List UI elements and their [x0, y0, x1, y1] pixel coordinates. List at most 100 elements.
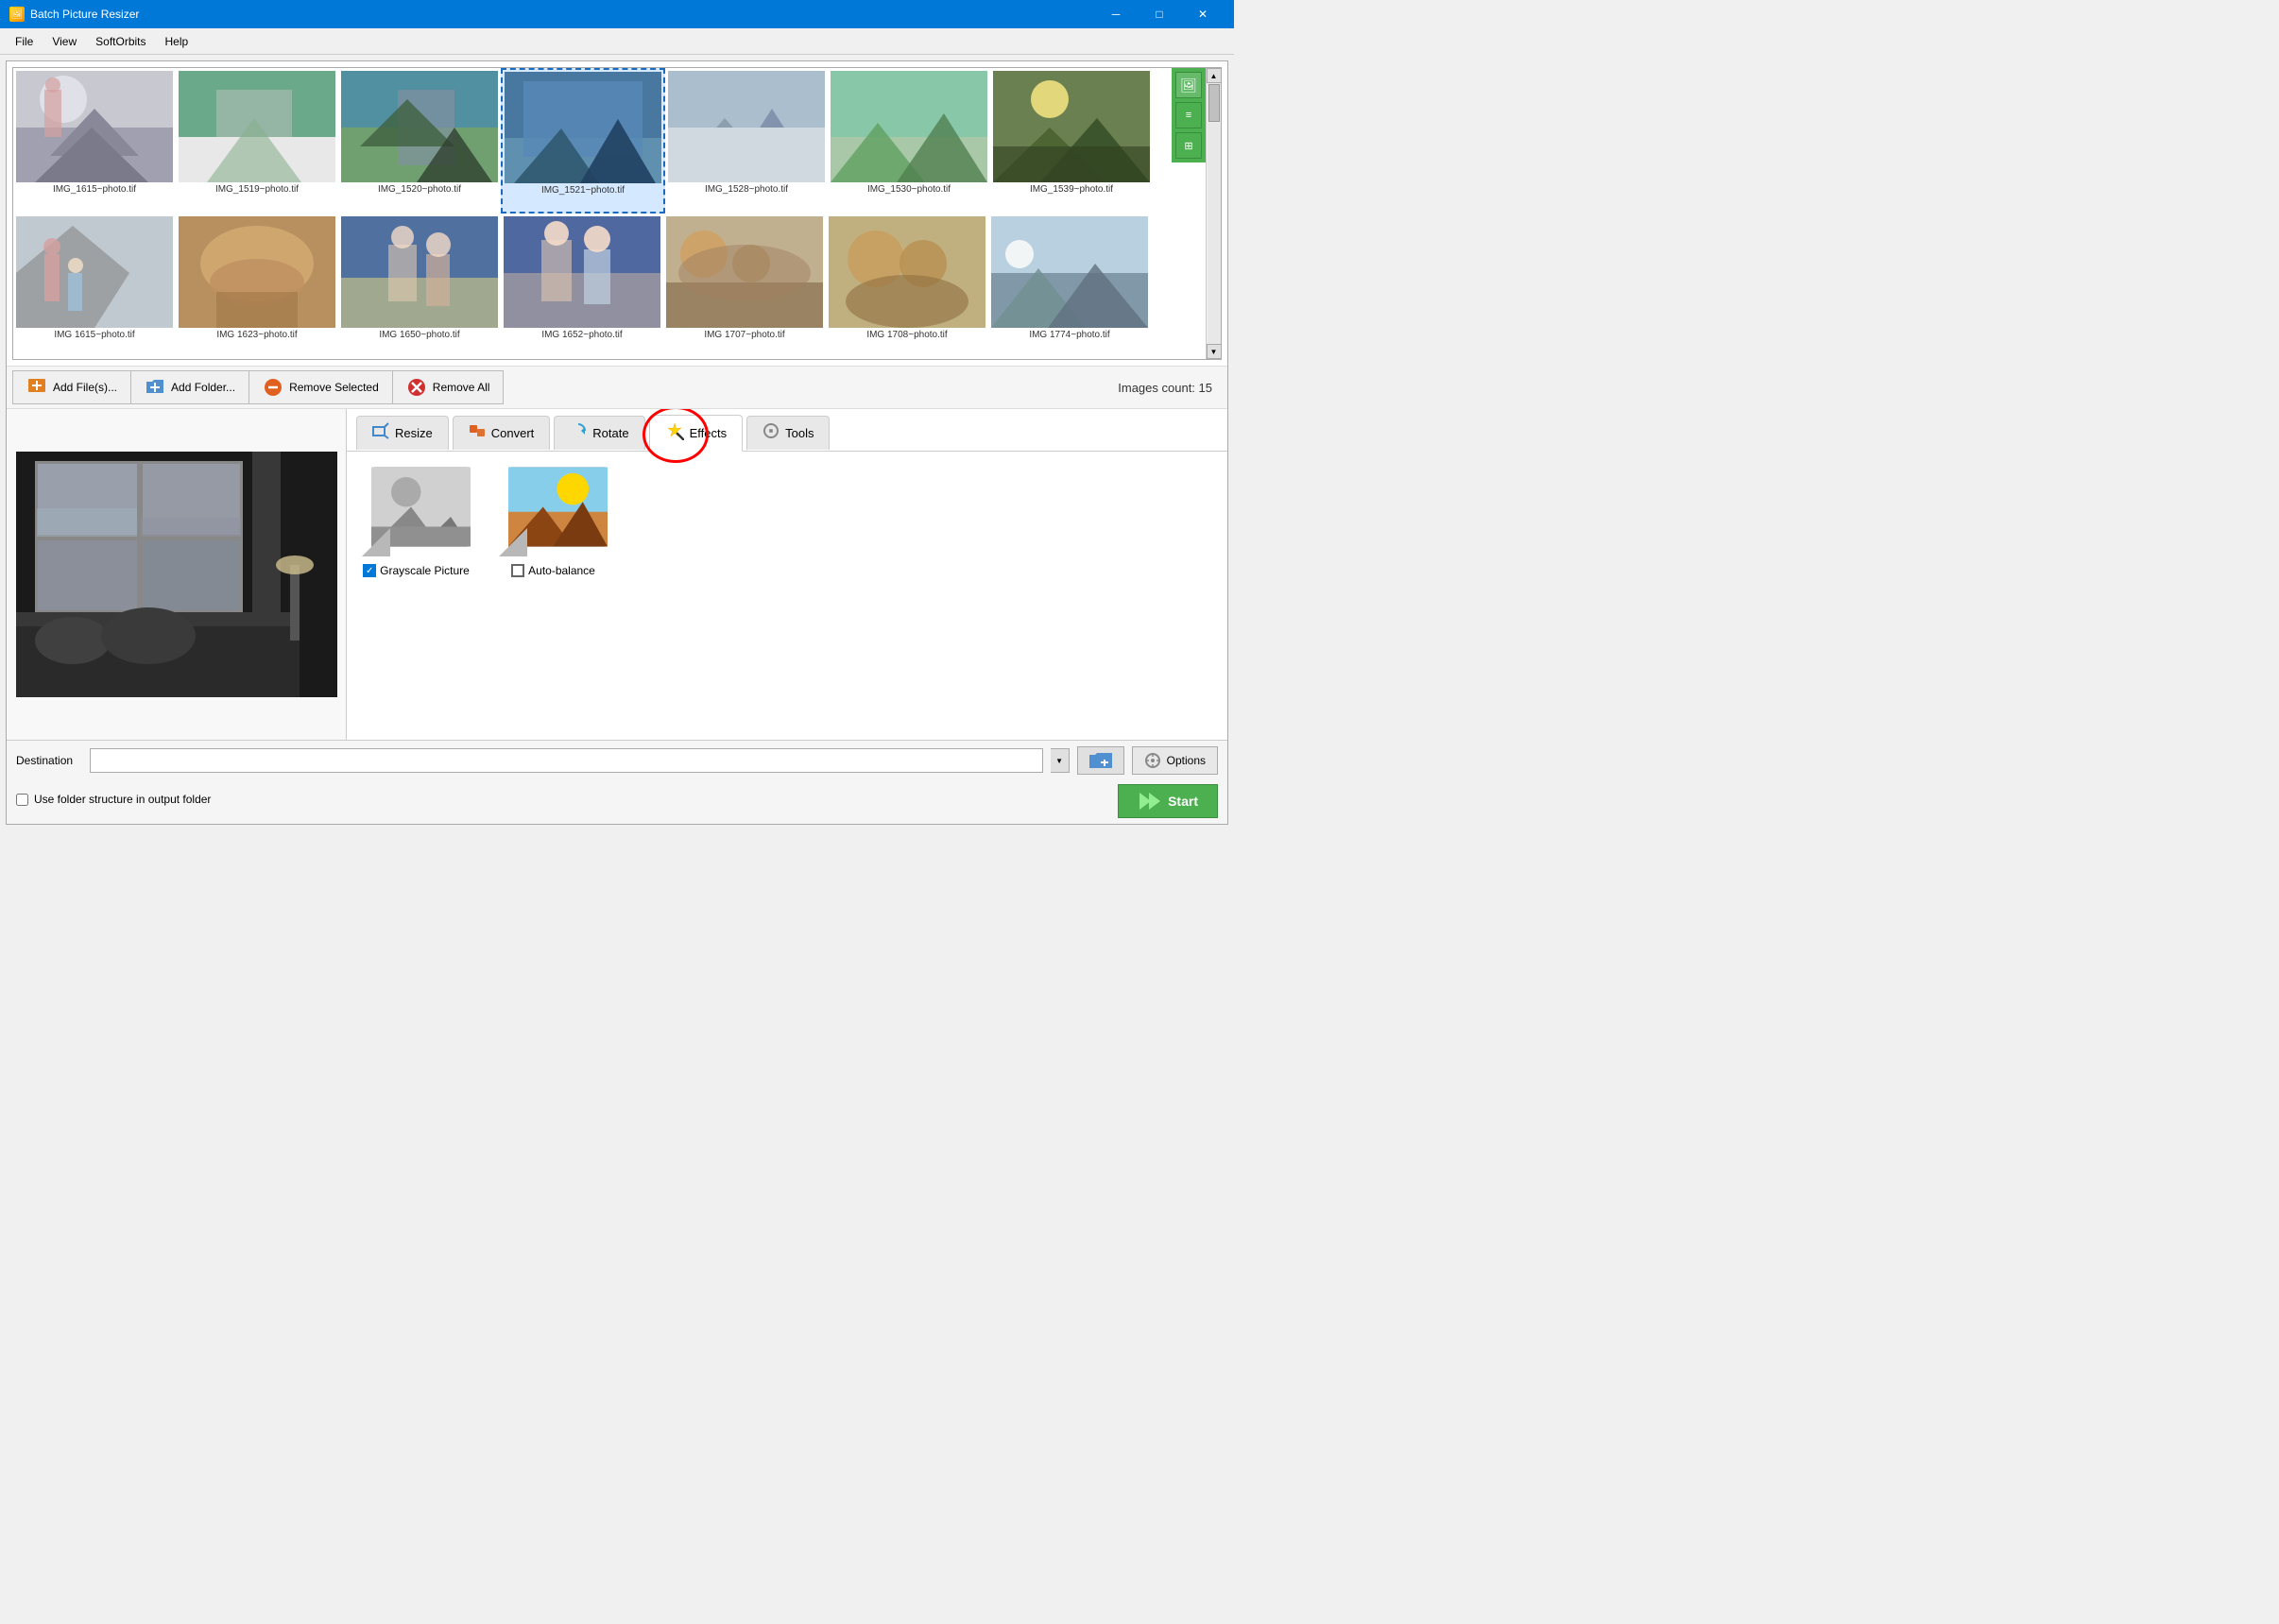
image-label-1615: IMG_1615~photo.tif: [53, 184, 136, 195]
list-view-btn[interactable]: ≡: [1175, 102, 1202, 128]
remove-all-icon: [406, 377, 427, 398]
image-row-1: IMG_1615~photo.tif IMG_1519~photo.tif: [13, 68, 1206, 214]
start-button[interactable]: Start: [1118, 784, 1218, 818]
image-cell-1774[interactable]: IMG 1774~photo.tif: [988, 214, 1151, 359]
tab-rotate-label: Rotate: [592, 426, 628, 440]
thumb-1521: [505, 72, 661, 183]
image-cell-1520[interactable]: IMG_1520~photo.tif: [338, 68, 501, 214]
image-cell-1519[interactable]: IMG_1519~photo.tif: [176, 68, 338, 214]
destination-dropdown[interactable]: ▼: [1051, 748, 1070, 773]
thumb-r2-1615: [16, 216, 173, 328]
image-label-1521: IMG_1521~photo.tif: [541, 185, 625, 196]
tab-resize-label: Resize: [395, 426, 433, 440]
image-cell-1707[interactable]: IMG 1707~photo.tif: [663, 214, 826, 359]
thumb-1528: [668, 71, 825, 182]
menu-softorbits[interactable]: SoftOrbits: [88, 32, 153, 51]
autobalance-label: Auto-balance: [528, 564, 595, 577]
remove-all-label: Remove All: [433, 381, 490, 394]
image-cell-1521[interactable]: IMG_1521~photo.tif: [501, 68, 665, 214]
toolbar: Add File(s)... Add Folder... Remove Sele…: [7, 366, 1227, 409]
image-label-r2-1615: IMG 1615~photo.tif: [54, 330, 134, 340]
tab-effects[interactable]: Effects: [649, 415, 744, 452]
view-controls: 🖼 ≡ ⊞: [1172, 68, 1206, 162]
folder-structure-checkbox[interactable]: [16, 794, 28, 806]
right-content: Resize Convert: [347, 409, 1227, 740]
grid-view-btn[interactable]: ⊞: [1175, 132, 1202, 159]
remove-all-button[interactable]: Remove All: [393, 370, 505, 404]
scrollbar-up-btn[interactable]: ▲: [1207, 68, 1222, 83]
tab-rotate[interactable]: Rotate: [554, 416, 644, 450]
thumb-1707: [666, 216, 823, 328]
effect-grayscale-item[interactable]: ✓ Grayscale Picture: [362, 467, 471, 577]
autobalance-checkbox[interactable]: [511, 564, 524, 577]
image-cell-1539[interactable]: IMG_1539~photo.tif: [990, 68, 1153, 214]
grayscale-checkbox[interactable]: ✓: [363, 564, 376, 577]
menu-view[interactable]: View: [44, 32, 84, 51]
content-area: Resize Convert: [7, 409, 1227, 740]
menu-file[interactable]: File: [8, 32, 41, 51]
thumb-1520: [341, 71, 498, 182]
convert-icon: [469, 422, 486, 444]
add-folder-button[interactable]: Add Folder...: [131, 370, 249, 404]
add-files-label: Add File(s)...: [53, 381, 117, 394]
image-cell-1708[interactable]: IMG 1708~photo.tif: [826, 214, 988, 359]
thumb-1519: [179, 71, 335, 182]
destination-label: Destination: [16, 754, 82, 767]
title-bar-left: 🖼 Batch Picture Resizer: [9, 7, 139, 22]
folder-structure-row: Use folder structure in output folder: [16, 793, 211, 806]
tab-effects-label: Effects: [690, 426, 728, 440]
image-cell-1615[interactable]: IMG_1615~photo.tif: [13, 68, 176, 214]
minimize-button[interactable]: ─: [1094, 0, 1138, 28]
remove-selected-button[interactable]: Remove Selected: [249, 370, 393, 404]
effect-autobalance-item[interactable]: Auto-balance: [499, 467, 608, 577]
folder-structure-label: Use folder structure in output folder: [34, 793, 211, 806]
tab-tools-label: Tools: [785, 426, 814, 440]
title-bar: 🖼 Batch Picture Resizer ─ □ ✕: [0, 0, 1234, 28]
menu-bar: File View SoftOrbits Help: [0, 28, 1234, 55]
thumb-1774: [991, 216, 1148, 328]
large-icons-btn[interactable]: 🖼: [1175, 72, 1202, 98]
tab-resize[interactable]: Resize: [356, 416, 449, 450]
bottom-row-2: Use folder structure in output folder St…: [16, 780, 1218, 818]
tools-icon: [763, 422, 780, 444]
thumb-1652: [504, 216, 660, 328]
image-cell-1528[interactable]: IMG_1528~photo.tif: [665, 68, 828, 214]
options-label: Options: [1167, 754, 1206, 767]
autobalance-checkbox-label[interactable]: Auto-balance: [511, 564, 595, 577]
maximize-button[interactable]: □: [1138, 0, 1181, 28]
image-label-1708: IMG 1708~photo.tif: [866, 330, 947, 340]
options-button[interactable]: Options: [1132, 746, 1218, 775]
add-files-button[interactable]: Add File(s)...: [12, 370, 131, 404]
close-button[interactable]: ✕: [1181, 0, 1225, 28]
scrollbar-thumb[interactable]: [1208, 84, 1220, 122]
add-folder-label: Add Folder...: [171, 381, 235, 394]
image-cell-1650[interactable]: IMG 1650~photo.tif: [338, 214, 501, 359]
tabs-bar: Resize Convert: [347, 409, 1227, 452]
thumb-1539: [993, 71, 1150, 182]
effects-panel: ✓ Grayscale Picture: [347, 452, 1227, 592]
image-row-2: IMG 1615~photo.tif IMG 1623~photo.tif: [13, 214, 1206, 359]
image-cell-1652[interactable]: IMG 1652~photo.tif: [501, 214, 663, 359]
thumb-1530: [831, 71, 987, 182]
image-cell-r2-1615[interactable]: IMG 1615~photo.tif: [13, 214, 176, 359]
scrollbar-down-btn[interactable]: ▼: [1207, 344, 1222, 359]
image-label-1528: IMG_1528~photo.tif: [705, 184, 788, 195]
add-folder-icon: [145, 377, 165, 398]
image-cell-1530[interactable]: IMG_1530~photo.tif: [828, 68, 990, 214]
image-label-1530: IMG_1530~photo.tif: [867, 184, 951, 195]
destination-input[interactable]: [90, 748, 1043, 773]
thumb-1615: [16, 71, 173, 182]
scrollbar-vertical[interactable]: ▲ ▼: [1206, 68, 1221, 359]
image-label-1520: IMG_1520~photo.tif: [378, 184, 461, 195]
menu-help[interactable]: Help: [158, 32, 197, 51]
image-cell-1623[interactable]: IMG 1623~photo.tif: [176, 214, 338, 359]
preview-panel: [7, 409, 347, 740]
rotate-icon: [570, 422, 587, 444]
scrollbar-track[interactable]: [1208, 83, 1221, 344]
grayscale-checkbox-label[interactable]: ✓ Grayscale Picture: [363, 564, 470, 577]
autobalance-thumb-container: [499, 467, 608, 556]
tab-tools[interactable]: Tools: [746, 416, 830, 450]
image-label-1623: IMG 1623~photo.tif: [216, 330, 297, 340]
destination-browse-button[interactable]: [1077, 746, 1124, 775]
tab-convert[interactable]: Convert: [453, 416, 551, 450]
